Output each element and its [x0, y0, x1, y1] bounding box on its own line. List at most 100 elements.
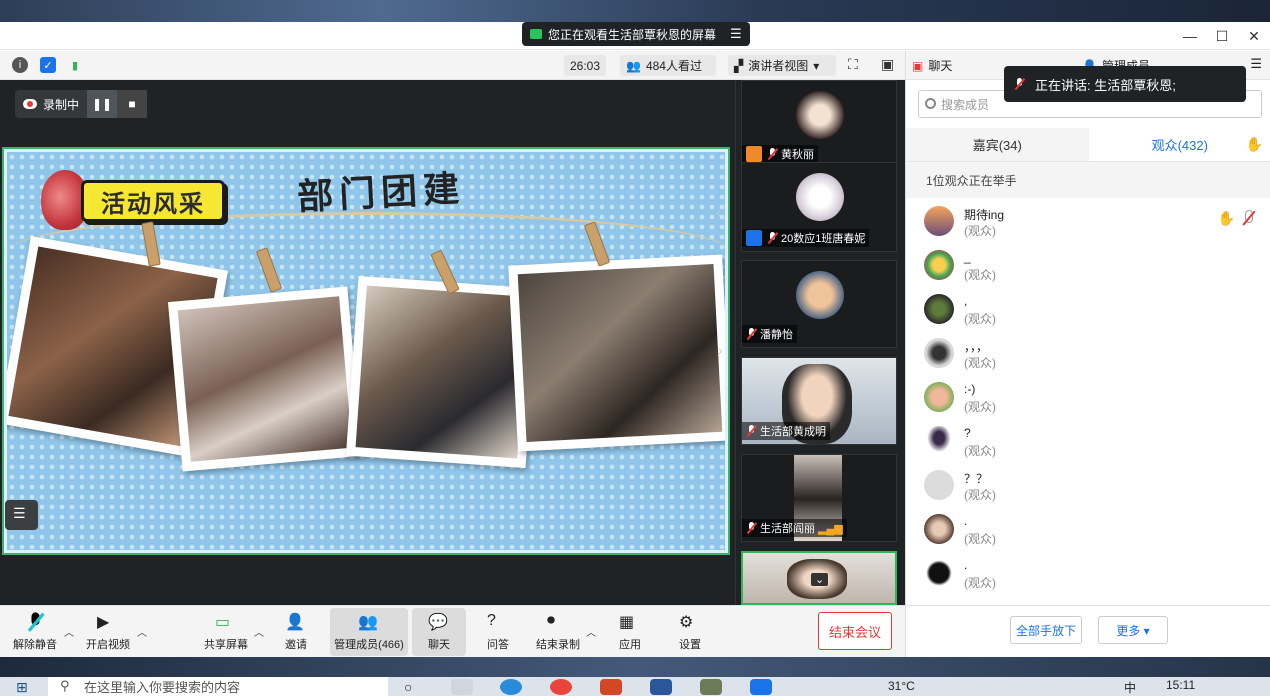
app-icon[interactable]: [451, 679, 473, 695]
thumb-label: 黄秋丽: [742, 145, 818, 163]
camera-icon: [530, 29, 542, 39]
chevron-up-icon[interactable]: ︿: [137, 624, 147, 639]
member-name: :-): [964, 382, 976, 396]
chevron-down-icon: ▾: [813, 58, 820, 73]
manage-members-label: 管理成员(466): [334, 639, 404, 651]
settings-label: 设置: [679, 639, 701, 651]
chrome-icon[interactable]: [550, 679, 572, 695]
taskbar-search[interactable]: ⚲ 在这里输入你要搜索的内容: [48, 677, 388, 696]
member-role: (观众): [964, 488, 996, 502]
word-icon[interactable]: [650, 679, 672, 695]
chat-icon: ▣: [912, 58, 924, 73]
tab-chat[interactable]: ▣ 聊天: [912, 57, 952, 74]
tab-guests-label: 嘉宾(34): [972, 138, 1022, 153]
gear-icon: ⚙: [679, 614, 694, 631]
thumb-name: 潘静怡: [760, 329, 793, 341]
powerpoint-icon[interactable]: [600, 679, 622, 695]
chat-button[interactable]: 💬 聊天: [412, 608, 466, 656]
photo-app-icon[interactable]: [700, 679, 722, 695]
apps-button[interactable]: ▦ 应用: [616, 608, 644, 656]
raised-hand-icon[interactable]: ✋: [1218, 210, 1235, 227]
chevron-up-icon[interactable]: ︿: [586, 624, 596, 639]
viewer-count[interactable]: 👥 484人看过: [620, 55, 716, 76]
qa-label: 问答: [487, 639, 509, 651]
shared-slide: 活动风采 部门团建: [2, 147, 730, 555]
edge-icon[interactable]: [500, 679, 522, 695]
clock[interactable]: 15:11: [1166, 678, 1195, 692]
chevron-down-icon[interactable]: ⌄: [811, 573, 829, 586]
qa-button[interactable]: ? 问答: [484, 608, 512, 656]
video-thumb[interactable]: 黄秋丽: [741, 80, 897, 168]
chevron-left-icon[interactable]: ‹: [716, 204, 721, 220]
list-icon: ☰: [13, 505, 26, 521]
unmute-label: 解除静音: [13, 639, 57, 651]
list-item[interactable]: ，，， (观众): [906, 332, 1270, 376]
muted-mic-icon: [746, 425, 757, 437]
tab-audience-label: 观众(432): [1151, 138, 1208, 153]
viewing-notice[interactable]: 您正在观看生活部覃秋恩的屏幕 ☰: [522, 22, 750, 46]
chevron-right-icon[interactable]: ›: [718, 342, 723, 358]
invite-button[interactable]: 👤 邀请: [280, 608, 312, 656]
avatar: [796, 271, 844, 319]
more-button[interactable]: 更多 ▾: [1098, 616, 1168, 644]
share-screen-button[interactable]: ▭ 共享屏幕: [202, 608, 250, 656]
ime-indicator[interactable]: 中: [1124, 679, 1136, 696]
minimize-button[interactable]: —: [1174, 22, 1206, 50]
taskbar-search-placeholder: 在这里输入你要搜索的内容: [84, 680, 241, 695]
stop-record-icon: ⏺: [547, 612, 556, 629]
member-tabs: 嘉宾(34) 观众(432) ✋: [906, 128, 1270, 162]
meeting-controls: 解除静音 ︿ ▶ 开启视频 ︿ ▭ 共享屏幕 ︿ 👤 邀请 👥 管理成员(466…: [0, 605, 905, 657]
chevron-up-icon[interactable]: ︿: [254, 624, 264, 639]
video-thumb[interactable]: 潘静怡: [741, 260, 897, 348]
shield-icon[interactable]: ✓: [40, 57, 56, 73]
pause-recording-button[interactable]: ❚❚: [87, 90, 118, 118]
start-video-button[interactable]: ▶ 开启视频: [84, 608, 132, 656]
lower-all-hands-button[interactable]: 全部手放下: [1010, 616, 1082, 644]
unmute-button[interactable]: 解除静音: [12, 608, 58, 656]
camera-off-icon: ▶: [97, 614, 110, 631]
muted-mic-icon[interactable]: [1241, 210, 1255, 226]
close-button[interactable]: ✕: [1238, 22, 1270, 50]
record-icon: [23, 99, 37, 109]
list-item[interactable]: ？？ (观众): [906, 464, 1270, 508]
video-thumb[interactable]: ⌄: [741, 551, 897, 605]
tab-audience[interactable]: 观众(432) ✋: [1088, 128, 1270, 161]
manage-members-button[interactable]: 👥 管理成员(466): [330, 608, 408, 656]
member-role: (观众): [964, 356, 996, 370]
list-item[interactable]: _ (观众): [906, 244, 1270, 288]
chevron-up-icon[interactable]: ︿: [64, 624, 74, 639]
windows-taskbar: ⊞ ⚲ 在这里输入你要搜索的内容 ○ 31°C 中 15:11: [0, 677, 1270, 696]
tab-guests[interactable]: 嘉宾(34): [906, 128, 1089, 161]
end-recording-button[interactable]: ⏺ 结束录制: [534, 608, 582, 656]
list-item[interactable]: ? (观众): [906, 420, 1270, 464]
list-item[interactable]: . (观众): [906, 508, 1270, 552]
sidebar-toggle-icon[interactable]: ▣: [881, 56, 894, 73]
video-thumb[interactable]: 生活部黄成明: [741, 357, 897, 445]
view-mode-dropdown[interactable]: ▞ 演讲者视图 ▾: [728, 55, 836, 76]
chat-label: 聊天: [428, 639, 450, 651]
list-item[interactable]: . (观众): [906, 552, 1270, 596]
fullscreen-icon[interactable]: ⛶: [848, 56, 858, 73]
task-view-icon[interactable]: ○: [404, 679, 426, 695]
settings-button[interactable]: ⚙ 设置: [676, 608, 704, 656]
panel-menu-icon[interactable]: ☰: [1250, 56, 1262, 72]
video-thumb[interactable]: 20数应1班唐春妮: [741, 162, 897, 252]
info-icon[interactable]: i: [12, 57, 28, 73]
thumb-label: 生活部阎丽 ▂▄▆: [742, 519, 847, 537]
list-item[interactable]: :-) (观众): [906, 376, 1270, 420]
thumb-name: 生活部黄成明: [760, 426, 826, 438]
list-item[interactable]: 期待ing (观众) ✋: [906, 200, 1270, 244]
question-icon: ?: [487, 612, 496, 629]
windows-start-icon[interactable]: ⊞: [16, 679, 28, 696]
video-thumb[interactable]: 生活部阎丽 ▂▄▆: [741, 454, 897, 542]
members-panel: 搜索成员 嘉宾(34) 观众(432) ✋ 1位观众正在举手 期待ing (观众…: [905, 80, 1270, 605]
member-role: (观众): [964, 444, 996, 458]
maximize-button[interactable]: ☐: [1206, 22, 1238, 50]
list-item[interactable]: , (观众): [906, 288, 1270, 332]
end-meeting-button[interactable]: 结束会议: [818, 612, 892, 650]
menu-icon[interactable]: ☰: [730, 26, 742, 42]
signal-icon[interactable]: ▮: [67, 57, 83, 73]
list-toggle-button[interactable]: ☰: [5, 500, 38, 530]
stop-recording-button[interactable]: ■: [117, 90, 148, 118]
meeting-app-icon[interactable]: [750, 679, 772, 695]
